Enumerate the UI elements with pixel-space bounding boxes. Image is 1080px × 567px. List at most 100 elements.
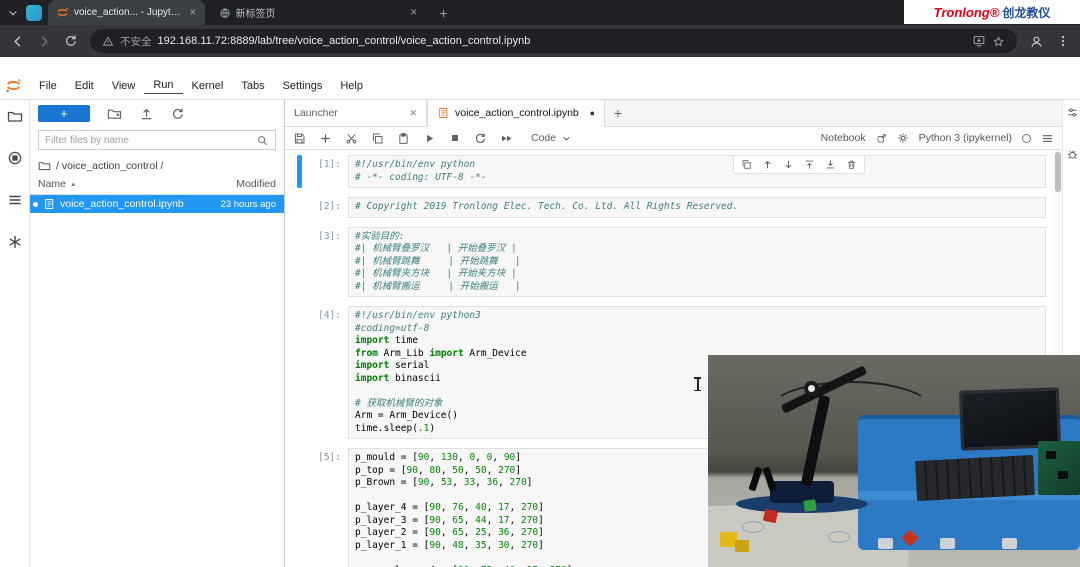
jupyterlab-logo-icon: [5, 77, 22, 94]
pinned-app-icon[interactable]: [26, 4, 42, 21]
menu-tabs[interactable]: Tabs: [232, 80, 273, 94]
insert-cell-below-icon[interactable]: [825, 159, 836, 170]
paste-cell-icon[interactable]: [397, 132, 410, 145]
kernel-name[interactable]: Python 3 (ipykernel): [919, 132, 1012, 144]
back-icon[interactable]: [10, 34, 25, 49]
code-cell[interactable]: [2]: # Copyright 2019 Tronlong Elec. Tech…: [297, 197, 1046, 218]
add-tab-button[interactable]: +: [605, 100, 631, 126]
profile-avatar-icon[interactable]: [1029, 34, 1044, 49]
interrupt-kernel-icon[interactable]: [449, 132, 461, 144]
tab-search-chevron-icon[interactable]: [6, 6, 20, 20]
reload-icon[interactable]: [64, 34, 78, 48]
menu-edit[interactable]: Edit: [66, 80, 103, 94]
url-text[interactable]: 192.168.11.72:8889/lab/tree/voice_action…: [158, 35, 531, 47]
code-line[interactable]: # Copyright 2019 Tronlong Elec. Tech. Co…: [355, 201, 1039, 214]
file-filter-box[interactable]: [38, 130, 276, 150]
new-launcher-button[interactable]: +: [38, 105, 90, 122]
new-folder-icon[interactable]: [107, 106, 122, 121]
toolbar-menu-icon[interactable]: [1041, 132, 1054, 145]
breadcrumb-path[interactable]: / voice_action_control /: [56, 160, 163, 172]
code-line[interactable]: #| 机械臂搬运 | 开始搬运 |: [355, 281, 1039, 294]
refresh-icon[interactable]: [171, 107, 185, 121]
tab-close-icon[interactable]: ✕: [189, 7, 197, 18]
browser-tab-title: 新标签页: [235, 9, 276, 20]
browser-menu-icon[interactable]: [1056, 34, 1070, 48]
file-filter-input[interactable]: [45, 134, 252, 146]
menu-view[interactable]: View: [103, 80, 145, 94]
tab-notebook[interactable]: voice_action_control.ipynb ●: [427, 100, 605, 127]
sort-ascending-icon[interactable]: ▲: [70, 181, 76, 188]
watermark-brand-en: Tronlong®: [933, 4, 1000, 20]
restart-kernel-icon[interactable]: [474, 132, 487, 145]
table-of-contents-icon[interactable]: [7, 192, 23, 208]
code-line[interactable]: #coding=utf-8: [355, 323, 1039, 336]
kernel-status-icon[interactable]: [1022, 133, 1031, 143]
menu-file[interactable]: File: [30, 80, 66, 94]
insert-cell-above-icon[interactable]: [804, 159, 815, 170]
code-line[interactable]: #实验目的:: [355, 231, 1039, 244]
running-sessions-icon[interactable]: [7, 150, 23, 166]
menu-settings[interactable]: Settings: [274, 80, 332, 94]
code-cell[interactable]: [3]: #实验目的: #| 机械臂叠罗汉 | 开始叠罗汉 | #| 机械臂跳舞 | …: [297, 226, 1046, 297]
cut-cell-icon[interactable]: [345, 132, 358, 145]
cable: [766, 381, 936, 445]
restart-run-all-icon[interactable]: [500, 132, 513, 145]
save-icon[interactable]: [293, 132, 306, 145]
tab-close-icon[interactable]: ✕: [410, 7, 418, 18]
column-modified[interactable]: Modified: [236, 178, 276, 190]
menu-run[interactable]: Run: [144, 79, 183, 94]
code-line[interactable]: # -*- coding: UTF-8 -*-: [355, 172, 1039, 185]
color-block-yellow: [735, 540, 749, 552]
move-cell-down-icon[interactable]: [783, 159, 794, 170]
delete-cell-icon[interactable]: [846, 159, 857, 170]
scrollbar-thumb[interactable]: [1055, 152, 1061, 192]
cell-execution-prompt: [2]:: [318, 201, 341, 212]
open-external-icon[interactable]: [876, 133, 887, 144]
notebook-toolbar: Code Notebook Python 3 (ipykernel): [285, 127, 1062, 150]
insert-cell-icon[interactable]: [319, 132, 332, 145]
upload-icon[interactable]: [139, 106, 154, 121]
code-line[interactable]: #!/usr/bin/env python3: [355, 310, 1039, 323]
property-inspector-icon[interactable]: [1066, 106, 1079, 119]
code-cell[interactable]: [1]: #!/usr/bin/env python # -*- coding: U…: [297, 155, 1046, 188]
watermark-brand-cn: 创龙教仪: [1002, 5, 1051, 20]
cell-execution-prompt: [3]:: [318, 230, 341, 242]
code-line[interactable]: import time: [355, 335, 1039, 348]
code-line[interactable]: #| 机械臂跳舞 | 开始跳舞 |: [355, 256, 1039, 269]
duplicate-cell-icon[interactable]: [741, 159, 752, 170]
forward-icon[interactable]: [37, 34, 52, 49]
code-line[interactable]: #!/usr/bin/env python: [355, 159, 1039, 172]
copy-cell-icon[interactable]: [371, 132, 384, 145]
security-label[interactable]: 不安全: [120, 34, 152, 49]
menu-kernel[interactable]: Kernel: [183, 80, 233, 94]
install-app-icon[interactable]: [972, 34, 986, 48]
cell-type-dropdown[interactable]: Code: [531, 132, 572, 144]
menubar: File Edit View Run Kernel Tabs Settings …: [30, 79, 372, 94]
browser-tab-newtab[interactable]: 新标签页 ✕: [211, 0, 426, 25]
cell-editor[interactable]: #实验目的: #| 机械臂叠罗汉 | 开始叠罗汉 | #| 机械臂跳舞 | 开始跳舞…: [348, 226, 1046, 297]
gear-icon[interactable]: [897, 132, 909, 144]
cell-editor[interactable]: # Copyright 2019 Tronlong Elec. Tech. Co…: [348, 197, 1046, 218]
column-name[interactable]: Name: [38, 178, 66, 190]
run-cell-icon[interactable]: [423, 132, 436, 145]
bookmark-star-icon[interactable]: [992, 35, 1005, 48]
extensions-icon[interactable]: [7, 234, 23, 250]
tab-launcher[interactable]: Launcher ✕: [285, 100, 427, 126]
menu-help[interactable]: Help: [331, 80, 372, 94]
tab-close-icon[interactable]: ✕: [409, 108, 417, 119]
mat-marker: [742, 521, 764, 533]
code-line[interactable]: #| 机械臂夹方块 | 开始夹方块 |: [355, 268, 1039, 281]
file-status-dot: [33, 201, 38, 207]
watermark: Tronlong® 创龙教仪: [904, 0, 1080, 24]
file-row-selected[interactable]: voice_action_control.ipynb 23 hours ago: [30, 195, 284, 213]
debugger-icon[interactable]: [1066, 148, 1079, 161]
move-cell-up-icon[interactable]: [762, 159, 773, 170]
file-browser-icon[interactable]: [7, 108, 23, 124]
url-bar[interactable]: 不安全 192.168.11.72:8889/lab/tree/voice_ac…: [90, 29, 1017, 53]
code-line[interactable]: #| 机械臂叠罗汉 | 开始叠罗汉 |: [355, 243, 1039, 256]
cell-editor[interactable]: #!/usr/bin/env python # -*- coding: UTF-8…: [348, 155, 1046, 188]
new-tab-button[interactable]: +: [432, 5, 456, 21]
browser-tab-jupyterlab[interactable]: voice_action... - JupyterLab ✕: [48, 0, 205, 25]
breadcrumb[interactable]: / voice_action_control /: [30, 156, 284, 176]
file-name: voice_action_control.ipynb: [60, 198, 184, 210]
